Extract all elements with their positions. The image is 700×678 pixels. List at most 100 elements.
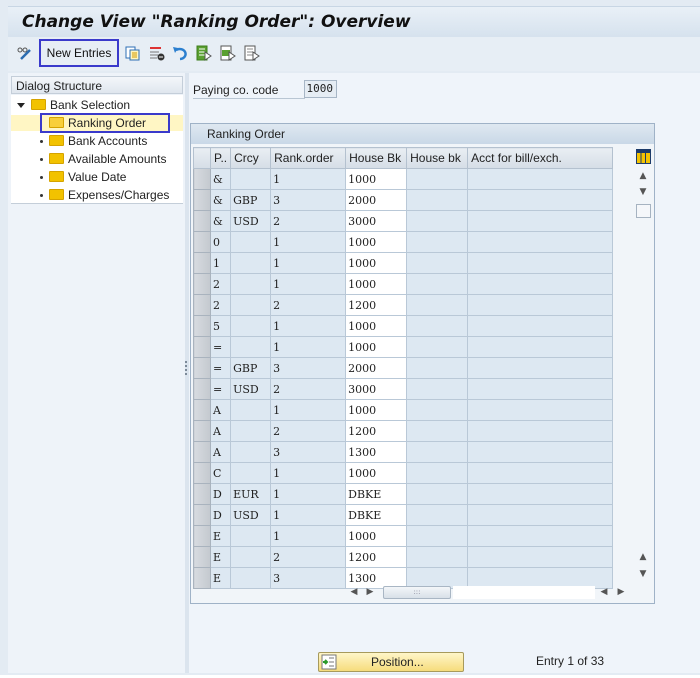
column-header-rank-order[interactable]: Rank.order (270, 147, 347, 169)
column-header-p[interactable]: P.. (209, 147, 232, 169)
horizontal-scrollbar[interactable]: ◀ ▶ ::: ◀ ▶ (341, 584, 631, 600)
column-header-house-bk[interactable]: House bk (406, 147, 469, 169)
cell-p: D (209, 483, 232, 505)
cell-house-bank[interactable]: 1000 (345, 399, 408, 421)
cell-house-bank[interactable]: 3000 (345, 378, 408, 400)
cell-house-bank[interactable]: 1200 (345, 420, 408, 442)
row-selector[interactable] (193, 441, 211, 463)
row-selector[interactable] (193, 168, 211, 190)
horizontal-scroll-thumb[interactable]: ::: (383, 586, 451, 599)
cell-p: E (209, 546, 232, 568)
cell-rank-order: 2 (270, 546, 347, 568)
scroll-right-icon[interactable]: ▶ (363, 585, 377, 599)
cell-house-bank[interactable]: 3000 (345, 210, 408, 232)
delete-icon[interactable] (149, 45, 165, 61)
dialog-structure-pane: Dialog Structure Bank Selection Ranking … (8, 73, 185, 673)
cell-house-bank[interactable]: 1000 (345, 168, 408, 190)
cell-acct-bill-exch (467, 504, 614, 526)
cell-crcy (230, 525, 272, 547)
tree-item-expenses-charges[interactable]: Expenses/Charges (49, 187, 169, 203)
column-header-acct-bill-exch[interactable]: Acct for bill/exch. (467, 147, 614, 169)
deselect-all-icon[interactable] (244, 45, 260, 61)
column-header-crcy[interactable]: Crcy (230, 147, 272, 169)
cell-acct-bill-exch (467, 525, 614, 547)
scroll-up-bottom-icon[interactable]: ▲ (636, 550, 650, 564)
row-selector[interactable] (193, 420, 211, 442)
cell-house-bank[interactable]: 1000 (345, 525, 408, 547)
tree-item-bank-accounts[interactable]: Bank Accounts (49, 133, 147, 149)
cell-house-bank[interactable]: 1000 (345, 315, 408, 337)
scroll-up-icon[interactable]: ▲ (636, 169, 650, 183)
cell-house-bk (406, 525, 469, 547)
cell-p: & (209, 168, 232, 190)
cell-house-bank[interactable]: 1000 (345, 231, 408, 253)
new-entries-button[interactable]: New Entries (39, 39, 119, 67)
tree-item-bank-selection[interactable]: Bank Selection (17, 97, 130, 113)
display-change-icon[interactable] (16, 45, 32, 61)
row-selector[interactable] (193, 315, 211, 337)
cell-house-bank[interactable]: 1200 (345, 546, 408, 568)
vertical-scrollbar[interactable]: ▲ ▼ ▲ ▼ (634, 147, 652, 579)
undo-icon[interactable] (172, 45, 188, 61)
cell-p: 2 (209, 273, 232, 295)
row-selector[interactable] (193, 504, 211, 526)
cell-house-bank[interactable]: 2000 (345, 189, 408, 211)
column-header-house-bank[interactable]: House Bk (345, 147, 408, 169)
cell-house-bank[interactable]: 1000 (345, 252, 408, 274)
column-settings-icon[interactable] (636, 149, 651, 164)
cell-house-bank[interactable]: 2000 (345, 357, 408, 379)
row-selector[interactable] (193, 483, 211, 505)
tree-item-ranking-order[interactable]: Ranking Order (11, 113, 183, 133)
cell-house-bk (406, 252, 469, 274)
row-selector[interactable] (193, 399, 211, 421)
select-block-icon[interactable] (220, 45, 236, 61)
row-selector[interactable] (193, 210, 211, 232)
page-title: Change View "Ranking Order": Overview (22, 12, 411, 32)
splitter-grip-icon[interactable] (185, 361, 187, 377)
row-selector[interactable] (193, 462, 211, 484)
row-selector[interactable] (193, 378, 211, 400)
cell-house-bank[interactable]: 1200 (345, 294, 408, 316)
row-selector[interactable] (193, 252, 211, 274)
cell-rank-order: 1 (270, 252, 347, 274)
scroll-right-end-icon[interactable]: ▶ (614, 585, 628, 599)
cell-house-bank[interactable]: 1300 (345, 441, 408, 463)
row-selector[interactable] (193, 357, 211, 379)
expand-triangle-icon[interactable] (17, 103, 25, 109)
cell-rank-order: 3 (270, 441, 347, 463)
cell-house-bk (406, 336, 469, 358)
row-selector[interactable] (193, 567, 211, 589)
scroll-track[interactable] (453, 586, 595, 599)
paying-co-code-field: 1000 (304, 80, 337, 98)
copy-icon[interactable] (125, 45, 141, 61)
cell-house-bank[interactable]: DBKE (345, 483, 408, 505)
scroll-thumb[interactable] (636, 204, 651, 218)
scroll-left-icon[interactable]: ◀ (347, 585, 361, 599)
cell-house-bank[interactable]: 1000 (345, 273, 408, 295)
row-selector[interactable] (193, 189, 211, 211)
row-selector[interactable] (193, 546, 211, 568)
row-selector[interactable] (193, 231, 211, 253)
row-selector[interactable] (193, 525, 211, 547)
row-selector[interactable] (193, 273, 211, 295)
row-selector[interactable] (193, 294, 211, 316)
row-selector[interactable] (193, 336, 211, 358)
cell-house-bk (406, 420, 469, 442)
tree-item-value-date[interactable]: Value Date (49, 169, 126, 185)
select-all-rows-header[interactable] (193, 147, 211, 169)
bullet-icon (40, 158, 43, 161)
cell-house-bank[interactable]: 1000 (345, 336, 408, 358)
scroll-down-icon[interactable]: ▼ (636, 185, 650, 199)
select-all-icon[interactable] (196, 45, 212, 61)
tree-item-available-amounts[interactable]: Available Amounts (49, 151, 167, 167)
scroll-down-bottom-icon[interactable]: ▼ (636, 567, 650, 581)
cell-acct-bill-exch (467, 231, 614, 253)
cell-crcy (230, 315, 272, 337)
cell-crcy: USD (230, 504, 272, 526)
table-row: 2 1 1000 (193, 273, 614, 295)
cell-acct-bill-exch (467, 210, 614, 232)
cell-house-bank[interactable]: 1000 (345, 462, 408, 484)
position-button[interactable]: Position... (318, 652, 464, 672)
scroll-left-end-icon[interactable]: ◀ (597, 585, 611, 599)
cell-house-bank[interactable]: DBKE (345, 504, 408, 526)
